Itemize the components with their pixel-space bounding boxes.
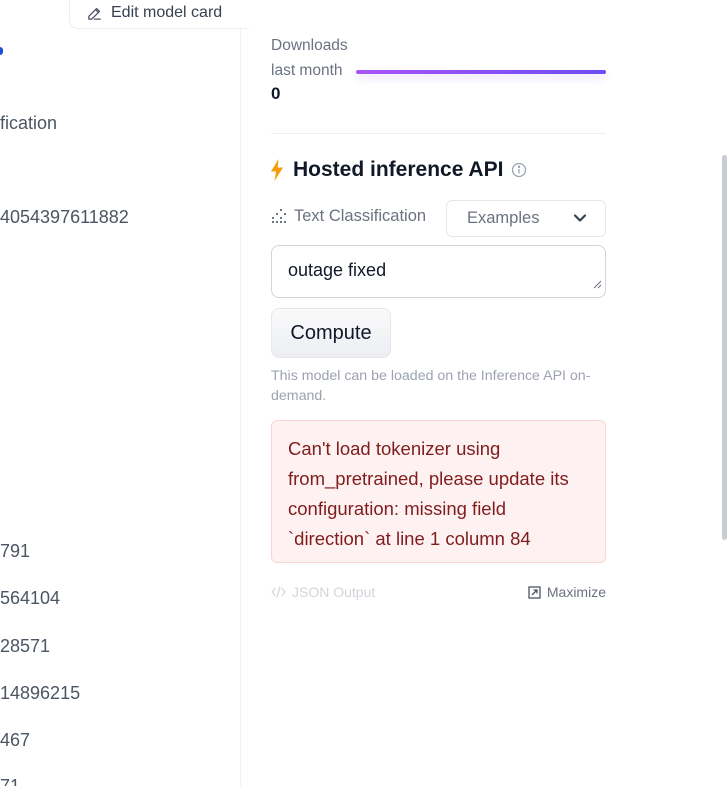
scrollbar[interactable] — [721, 0, 727, 786]
info-icon[interactable] — [511, 162, 527, 178]
left-indicator-dot — [0, 47, 3, 55]
left-text-8: 71 — [0, 776, 21, 786]
inference-text-input[interactable]: outage fixed — [271, 245, 606, 298]
left-text-3: 791 — [0, 541, 31, 561]
text-classification-icon — [271, 208, 288, 225]
edit-model-card-label: Edit model card — [111, 4, 223, 21]
maximize-button[interactable]: Maximize — [528, 584, 606, 600]
json-output-label: JSON Output — [292, 584, 376, 600]
task-label: Text Classification — [294, 207, 427, 225]
downloads-value: 0 — [271, 84, 281, 103]
left-text-7: 467 — [0, 730, 31, 750]
json-output-toggle[interactable]: JSON Output — [271, 584, 375, 600]
examples-label: Examples — [467, 209, 540, 227]
hosted-inference-title: Hosted inference API — [271, 158, 527, 182]
code-icon — [271, 586, 286, 598]
maximize-label: Maximize — [546, 584, 606, 600]
left-text-4: 564104 — [0, 588, 61, 608]
scrollbar-thumb[interactable] — [722, 155, 727, 540]
downloads-label-period: last month — [271, 62, 343, 79]
examples-dropdown[interactable]: Examples — [446, 200, 606, 237]
compute-button[interactable]: Compute — [271, 308, 391, 358]
left-text-6: 14896215 — [0, 683, 81, 703]
input-value: outage fixed — [288, 260, 387, 280]
pipeline-tag: Text Classification — [271, 207, 426, 226]
inference-note: This model can be loaded on the Inferenc… — [271, 368, 591, 404]
left-text-5: 28571 — [0, 636, 51, 656]
left-text-1: fication — [0, 113, 58, 133]
section-divider — [271, 133, 606, 134]
model-info-panel: fication 4054397611882 791 564104 28571 … — [0, 0, 241, 786]
hosted-inference-label: Hosted inference API — [293, 158, 504, 181]
edit-model-card-button[interactable]: Edit model card — [69, 0, 249, 29]
chevron-down-icon — [573, 211, 587, 225]
downloads-sparkline — [356, 70, 606, 74]
bolt-icon — [271, 159, 283, 181]
left-text-2: 4054397611882 — [0, 207, 129, 227]
error-message: Can't load tokenizer using from_pretrain… — [271, 420, 606, 563]
resize-grip-icon[interactable] — [592, 273, 602, 294]
downloads-label: Downloads — [271, 37, 348, 54]
pencil-icon — [86, 5, 111, 22]
maximize-icon — [528, 585, 541, 599]
